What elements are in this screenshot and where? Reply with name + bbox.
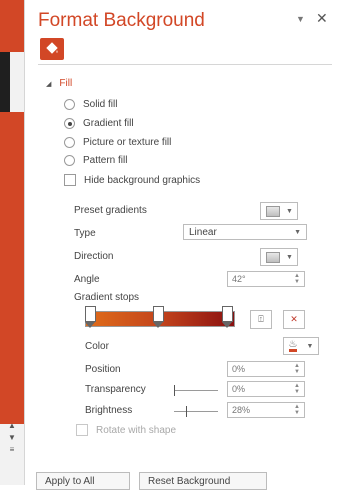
scroll-end-icon[interactable]: ≡: [4, 444, 20, 456]
gradient-fill-label: Gradient fill: [83, 118, 134, 129]
tab-divider: [38, 64, 332, 65]
remove-stop-icon: ✕: [290, 314, 298, 324]
transparency-label: Transparency: [85, 384, 146, 395]
position-value: 0%: [232, 364, 246, 374]
gradient-fill-radio[interactable]: [64, 118, 75, 129]
brightness-label: Brightness: [85, 405, 133, 416]
hide-background-option[interactable]: Hide background graphics: [64, 174, 200, 186]
pattern-fill-option[interactable]: Pattern fill: [64, 155, 127, 166]
angle-value: 42°: [232, 274, 246, 284]
type-label: Type: [74, 228, 96, 239]
gradient-stop-3[interactable]: [222, 306, 233, 328]
brightness-spinner[interactable]: 28% ▲ ▼: [227, 402, 305, 418]
fill-category-tab[interactable]: [40, 38, 64, 60]
add-gradient-stop-button[interactable]: ⍐: [250, 310, 272, 329]
angle-label: Angle: [74, 274, 100, 285]
fill-section-label: Fill: [59, 78, 73, 89]
chevron-down-icon: ▼: [294, 228, 301, 236]
brightness-slider[interactable]: [174, 406, 218, 417]
position-spinner[interactable]: 0% ▲ ▼: [227, 361, 305, 377]
direction-dropdown[interactable]: ▼: [260, 248, 298, 266]
fill-section-header[interactable]: ◢ Fill: [46, 78, 72, 89]
color-label: Color: [85, 341, 109, 352]
gradient-stops-label: Gradient stops: [74, 292, 140, 303]
slide-area-strip: ▲ ▼ ≡: [0, 0, 25, 485]
pattern-fill-radio[interactable]: [64, 155, 75, 166]
spinner-arrows-icon[interactable]: ▲ ▼: [294, 404, 300, 416]
slide-dark-region: [0, 52, 10, 112]
chevron-down-icon: ▼: [286, 253, 293, 261]
rotate-with-shape-checkbox[interactable]: [76, 424, 88, 436]
preset-gradients-label: Preset gradients: [74, 205, 147, 216]
pane-title: Format Background: [38, 10, 205, 31]
slide-thumbnail-edge-lower: [0, 112, 24, 424]
remove-gradient-stop-button[interactable]: ✕: [283, 310, 305, 329]
hide-background-checkbox[interactable]: [64, 174, 76, 186]
chevron-down-icon: ▼: [306, 342, 314, 350]
vertical-scrollbar[interactable]: ▲ ▼ ≡: [4, 420, 20, 468]
collapse-triangle-icon[interactable]: ◢: [46, 81, 51, 88]
picture-fill-option[interactable]: Picture or texture fill: [64, 137, 171, 148]
spinner-arrows-icon[interactable]: ▲ ▼: [294, 363, 300, 375]
solid-fill-label: Solid fill: [83, 99, 118, 110]
transparency-slider-thumb[interactable]: [174, 385, 175, 396]
preset-gradients-dropdown[interactable]: ▼: [260, 202, 298, 220]
scroll-down-icon[interactable]: ▼: [4, 432, 20, 444]
chevron-down-icon[interactable]: ▼: [296, 14, 305, 24]
gradient-swatch-icon: [266, 205, 280, 217]
add-stop-icon: ⍐: [258, 314, 264, 324]
reset-background-button[interactable]: Reset Background: [139, 472, 267, 490]
brightness-value: 28%: [232, 405, 251, 415]
picture-fill-label: Picture or texture fill: [83, 137, 172, 148]
brightness-slider-thumb[interactable]: [186, 406, 187, 417]
transparency-spinner[interactable]: 0% ▲ ▼: [227, 381, 305, 397]
spinner-arrows-icon[interactable]: ▲ ▼: [294, 273, 300, 285]
slide-thumbnail-edge: [0, 0, 24, 52]
format-background-pane: Format Background ▼ ✕ ◢ Fill Solid fill G…: [28, 0, 339, 490]
close-icon[interactable]: ✕: [316, 10, 328, 27]
gradient-fill-option[interactable]: Gradient fill: [64, 118, 134, 129]
apply-to-all-button[interactable]: Apply to All: [36, 472, 130, 490]
transparency-slider[interactable]: [174, 385, 218, 396]
angle-spinner[interactable]: 42° ▲ ▼: [227, 271, 305, 287]
pattern-fill-label: Pattern fill: [83, 155, 128, 166]
solid-fill-radio[interactable]: [64, 99, 75, 110]
solid-fill-option[interactable]: Solid fill: [64, 99, 117, 110]
transparency-value: 0%: [232, 384, 246, 394]
chevron-down-icon: ▼: [286, 207, 293, 215]
rotate-with-shape-option[interactable]: Rotate with shape: [76, 424, 176, 436]
gradient-stop-1[interactable]: [85, 306, 96, 328]
gradient-stop-2[interactable]: [153, 306, 164, 328]
picture-fill-radio[interactable]: [64, 137, 75, 148]
type-select[interactable]: Linear ▼: [183, 224, 307, 240]
position-label: Position: [85, 364, 121, 375]
paint-bucket-icon: ♨: [288, 339, 298, 352]
scroll-up-icon[interactable]: ▲: [4, 420, 20, 432]
type-value: Linear: [189, 226, 217, 238]
color-picker-button[interactable]: ♨ ▼: [283, 337, 319, 355]
paint-bucket-icon: [46, 42, 58, 54]
rotate-with-shape-label: Rotate with shape: [96, 424, 177, 436]
hide-background-label: Hide background graphics: [84, 174, 201, 186]
spinner-arrows-icon[interactable]: ▲ ▼: [294, 383, 300, 395]
direction-swatch-icon: [266, 251, 280, 263]
direction-label: Direction: [74, 251, 114, 262]
